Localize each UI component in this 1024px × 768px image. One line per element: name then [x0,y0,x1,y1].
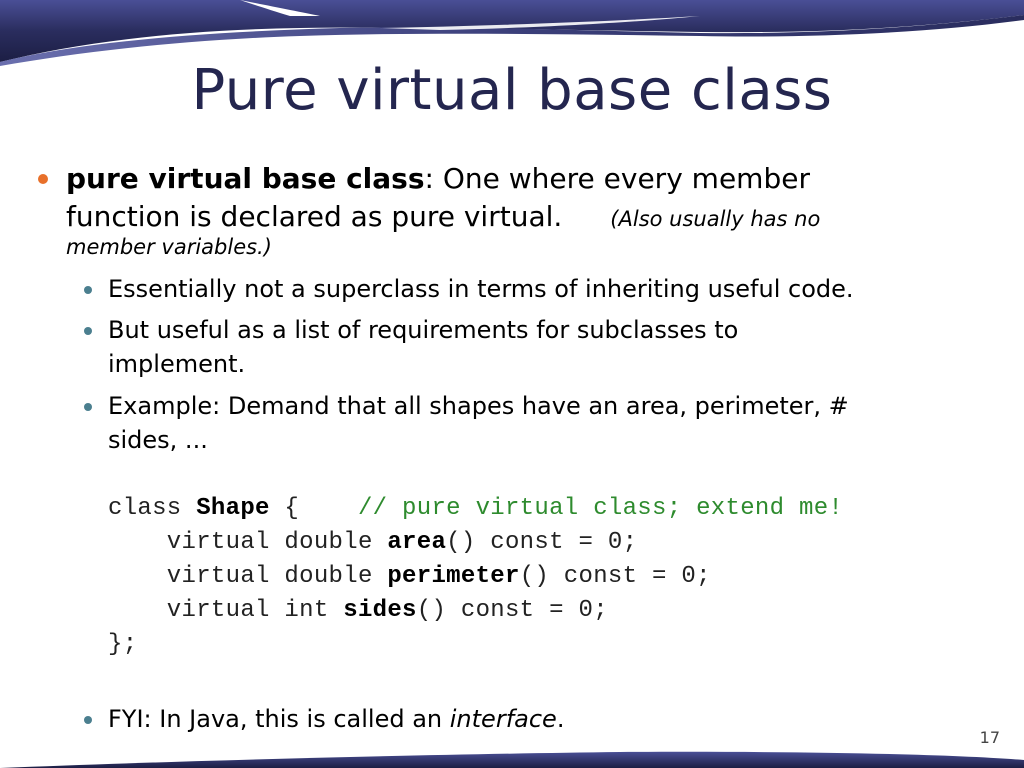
emphasis-text: interface [449,705,557,733]
slide-title: Pure virtual base class [191,58,833,123]
definition-text: : One where every member [424,162,810,195]
sub-bullet-text-cont: implement. [108,350,246,378]
note-text: (Also usually has no [610,207,821,231]
code-comment: // pure virtual class; extend me! [357,495,844,522]
code-block: class Shape { // pure virtual class; ext… [108,492,843,662]
definition-text-cont: function is declared as pure virtual. [66,200,563,233]
class-name: Shape [196,495,270,522]
bullet-dot-icon [84,403,92,411]
sub-bullet-text: Example: Demand that all shapes have an … [108,392,849,420]
bullet-dot-icon [84,327,92,335]
fyi-text: FYI: In Java, this is called an interfac… [108,705,565,733]
main-bullet-line1: pure virtual base class: One where every… [66,160,966,198]
method-name: perimeter [387,563,520,590]
sub-bullet: But useful as a list of requirements for… [84,313,1008,381]
main-bullet-line2: function is declared as pure virtual. (Al… [66,198,966,236]
sub-bullet: Essentially not a superclass in terms of… [84,272,1008,306]
bullet-dot-icon [84,286,92,294]
code-line: virtual double perimeter() const = 0; [108,563,711,590]
bullet-dot-icon [84,716,92,724]
code-line: virtual double area() const = 0; [108,529,638,556]
bullet-dot-icon [38,174,48,184]
method-name: area [387,529,447,556]
note-text-cont: member variables.) [66,235,272,259]
code-line: class Shape { // pure virtual class; ext… [108,495,844,522]
code-line: }; [108,631,138,658]
sub-bullet-text: Essentially not a superclass in terms of… [108,275,854,303]
term: pure virtual base class [66,162,425,195]
footer-banner [0,751,1024,768]
sub-bullet: Example: Demand that all shapes have an … [84,389,1008,457]
sub-bullet-text-cont: sides, ... [108,426,208,454]
method-name: sides [343,597,417,624]
main-bullet: pure virtual base class: One where every… [38,160,966,262]
fyi-bullet: FYI: In Java, this is called an interfac… [84,702,1008,736]
sub-bullet-text: But useful as a list of requirements for… [108,316,739,344]
code-line: virtual int sides() const = 0; [108,597,608,624]
